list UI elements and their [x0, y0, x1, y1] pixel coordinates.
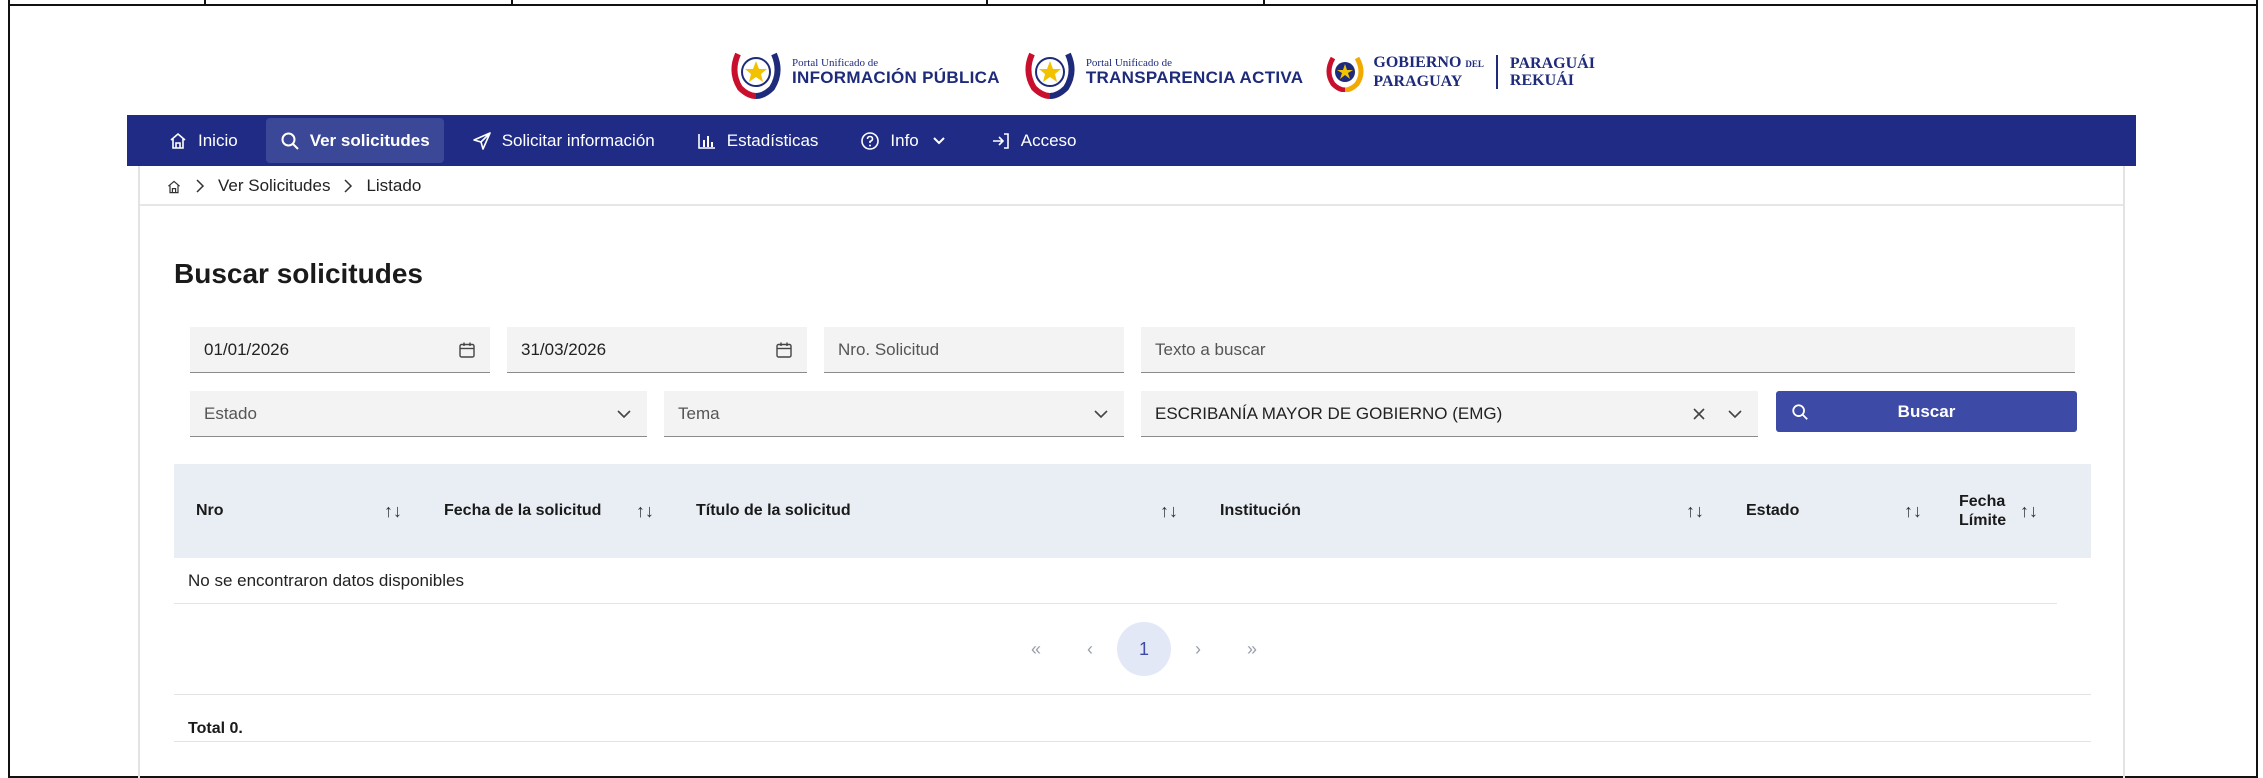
texto-buscar-placeholder: Texto a buscar	[1155, 339, 1266, 359]
estado-select[interactable]: Estado	[190, 391, 647, 437]
empty-table-message: No se encontraron datos disponibles	[174, 558, 2057, 604]
search-icon	[280, 131, 300, 151]
bar-chart-icon	[697, 131, 717, 151]
gob-line4: REKUÁI	[1509, 72, 1574, 89]
nav-label: Inicio	[198, 130, 238, 150]
chevron-right-icon	[340, 178, 356, 194]
nav-label: Estadísticas	[726, 130, 819, 150]
fecha-desde-value: 01/01/2026	[204, 339, 290, 359]
gob-line1: GOBIERNO	[1373, 54, 1462, 71]
content-panel: Ver Solicitudes Listado Buscar solicitud…	[138, 166, 2125, 778]
sort-icon[interactable]: ↑↓	[2020, 464, 2038, 558]
search-icon	[1776, 403, 1824, 421]
header-logos: Portal Unificado de INFORMACIÓN PÚBLICA …	[728, 44, 1595, 100]
paraguay-emblem-icon	[731, 52, 781, 99]
home-icon[interactable]	[166, 178, 182, 194]
breadcrumb-divider	[140, 204, 2123, 206]
send-icon	[472, 131, 492, 151]
help-circle-icon	[860, 131, 880, 151]
sort-icon[interactable]: ↑↓	[384, 464, 402, 558]
gob-line3: PARAGUÁI	[1509, 55, 1595, 72]
table-header: Nro ↑↓ Fecha de la solicitud ↑↓ Título d…	[174, 464, 2091, 558]
institucion-select[interactable]: ESCRIBANÍA MAYOR DE GOBIERNO (EMG)	[1141, 391, 1758, 437]
nav-label: Acceso	[1020, 130, 1077, 150]
calendar-icon[interactable]	[458, 341, 476, 359]
breadcrumb: Ver Solicitudes Listado	[166, 176, 421, 196]
texto-buscar-input[interactable]: Texto a buscar	[1141, 327, 2075, 373]
col-institucion[interactable]: Institución	[1220, 464, 1301, 558]
tema-placeholder: Tema	[678, 403, 720, 423]
estado-placeholder: Estado	[204, 403, 257, 423]
col-fecha-limite-line2: Límite	[1959, 512, 2007, 529]
fecha-desde-field[interactable]: 01/01/2026	[190, 327, 490, 373]
nav-item-ver-solicitudes[interactable]: Ver solicitudes	[265, 118, 444, 163]
gob-line2: PARAGUAY	[1373, 73, 1463, 90]
breadcrumb-ver-solicitudes[interactable]: Ver Solicitudes	[218, 176, 330, 196]
chevron-down-icon	[1092, 405, 1110, 423]
col-fecha-solicitud[interactable]: Fecha de la solicitud	[444, 464, 601, 558]
nro-solicitud-input[interactable]: Nro. Solicitud	[824, 327, 1124, 373]
nav-item-info[interactable]: Info	[846, 118, 962, 163]
pagination: « ‹ 1 › »	[1009, 622, 1279, 676]
nav-item-inicio[interactable]: Inicio	[154, 118, 252, 163]
sort-icon[interactable]: ↑↓	[636, 464, 654, 558]
paraguay-emblem-icon	[1025, 52, 1075, 99]
chevron-down-icon	[929, 131, 949, 151]
home-icon	[168, 131, 188, 151]
fecha-hasta-value: 31/03/2026	[521, 339, 607, 359]
nav-item-acceso[interactable]: Acceso	[977, 118, 1091, 163]
login-icon	[991, 131, 1011, 151]
col-nro[interactable]: Nro	[196, 464, 224, 558]
sort-icon[interactable]: ↑↓	[1686, 464, 1704, 558]
next-page-button[interactable]: ›	[1171, 622, 1225, 676]
sort-icon[interactable]: ↑↓	[1160, 464, 1178, 558]
fecha-hasta-field[interactable]: 31/03/2026	[507, 327, 807, 373]
logo-pui-big: INFORMACIÓN PÚBLICA	[792, 68, 1000, 87]
main-navbar: Inicio Ver solicitudes Solicitar informa…	[127, 115, 2136, 166]
gob-del: DEL	[1465, 59, 1484, 69]
tema-select[interactable]: Tema	[664, 391, 1124, 437]
col-fecha-limite-line1: Fecha	[1959, 493, 2006, 510]
chevron-right-icon	[192, 178, 208, 194]
nav-item-solicitar-informacion[interactable]: Solicitar información	[458, 118, 669, 163]
buscar-label: Buscar	[1897, 401, 1956, 421]
nav-item-estadisticas[interactable]: Estadísticas	[683, 118, 833, 163]
nav-label: Solicitar información	[501, 130, 655, 150]
institucion-value: ESCRIBANÍA MAYOR DE GOBIERNO (EMG)	[1155, 403, 1503, 423]
first-page-button[interactable]: «	[1009, 622, 1063, 676]
buscar-button[interactable]: Buscar	[1776, 391, 2077, 432]
logo-gobierno-paraguay[interactable]: GOBIERNO DEL PARAGUAY PARAGUÁI REKUÁI	[1325, 52, 1595, 92]
nav-label: Info	[890, 130, 919, 150]
clear-icon[interactable]	[1690, 405, 1708, 423]
logo-pta-big: TRANSPARENCIA ACTIVA	[1085, 68, 1304, 87]
nav-label: Ver solicitudes	[309, 130, 430, 150]
last-page-button[interactable]: »	[1225, 622, 1279, 676]
logo-transparencia-activa[interactable]: Portal Unificado de TRANSPARENCIA ACTIVA	[1022, 44, 1304, 100]
prev-page-button[interactable]: ‹	[1063, 622, 1117, 676]
total-count: Total 0.	[188, 720, 243, 737]
chevron-down-icon	[615, 405, 633, 423]
divider	[174, 694, 2091, 695]
col-estado[interactable]: Estado	[1746, 464, 1799, 558]
col-fecha-limite[interactable]: Fecha Límite	[1959, 464, 2006, 558]
chevron-down-icon[interactable]	[1726, 405, 1744, 423]
divider	[174, 741, 2091, 742]
logo-informacion-publica[interactable]: Portal Unificado de INFORMACIÓN PÚBLICA	[728, 44, 1000, 100]
nro-solicitud-placeholder: Nro. Solicitud	[838, 339, 940, 359]
gobierno-emblem-icon	[1326, 56, 1364, 92]
calendar-icon[interactable]	[775, 341, 793, 359]
breadcrumb-listado: Listado	[366, 176, 422, 195]
page-title: Buscar solicitudes	[174, 258, 423, 289]
col-titulo-solicitud[interactable]: Título de la solicitud	[696, 464, 851, 558]
page-1-button[interactable]: 1	[1117, 622, 1171, 676]
logo-separator	[1495, 55, 1498, 89]
sort-icon[interactable]: ↑↓	[1904, 464, 1922, 558]
